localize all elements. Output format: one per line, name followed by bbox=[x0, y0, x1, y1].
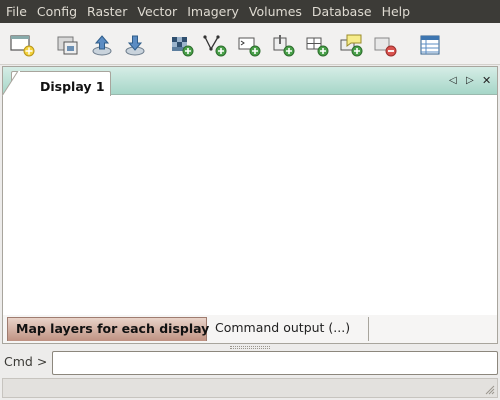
workspace-button[interactable] bbox=[54, 31, 82, 59]
add-overlay-icon bbox=[273, 35, 295, 57]
tab-scroll-right-icon[interactable]: ▷ bbox=[466, 75, 474, 87]
add-command-layer-button[interactable] bbox=[235, 31, 263, 59]
add-vector-icon bbox=[203, 35, 227, 57]
tab-map-layers[interactable]: Map layers for each display bbox=[7, 317, 209, 341]
remove-layer-button[interactable] bbox=[371, 31, 399, 59]
attribute-table-icon bbox=[420, 35, 440, 55]
menu-database[interactable]: Database bbox=[307, 0, 377, 23]
map-display-canvas[interactable] bbox=[3, 96, 497, 315]
menu-config[interactable]: Config bbox=[32, 0, 82, 23]
command-input[interactable] bbox=[52, 351, 498, 375]
tab-display-1[interactable]: Display 1 bbox=[11, 71, 111, 96]
add-overlay-button[interactable] bbox=[269, 31, 297, 59]
remove-layer-icon bbox=[374, 37, 397, 57]
menu-imagery[interactable]: Imagery bbox=[182, 0, 244, 23]
add-label-button[interactable] bbox=[337, 31, 365, 59]
add-group-icon bbox=[306, 37, 329, 57]
load-layers-icon bbox=[92, 35, 112, 56]
menu-raster[interactable]: Raster bbox=[82, 0, 132, 23]
resize-grip-icon[interactable] bbox=[485, 385, 495, 395]
menu-bar: File Config Raster Vector Imagery Volume… bbox=[0, 0, 500, 23]
add-raster-icon bbox=[172, 37, 194, 57]
menu-help[interactable]: Help bbox=[377, 0, 416, 23]
save-button[interactable] bbox=[121, 31, 149, 59]
save-workspace-icon bbox=[125, 35, 145, 56]
toolbar bbox=[0, 23, 500, 65]
splitter-grip bbox=[230, 345, 270, 349]
add-label-icon bbox=[340, 34, 363, 57]
command-label: Cmd > bbox=[4, 354, 48, 369]
add-raster-button[interactable] bbox=[168, 31, 196, 59]
bottom-tab-bar: Map layers for each display Command outp… bbox=[3, 315, 497, 343]
pane-splitter[interactable] bbox=[0, 344, 500, 350]
menu-file[interactable]: File bbox=[1, 0, 32, 23]
status-bar bbox=[2, 378, 498, 398]
tab-display-1-label: Display 1 bbox=[40, 79, 105, 94]
attribute-table-button[interactable] bbox=[416, 31, 444, 59]
tab-slant-decoration bbox=[2, 71, 20, 96]
add-group-button[interactable] bbox=[303, 31, 331, 59]
load-button[interactable] bbox=[88, 31, 116, 59]
tab-scroll-left-icon[interactable]: ◁ bbox=[449, 75, 457, 87]
new-display-button[interactable] bbox=[8, 31, 36, 59]
display-notebook: Display 1 ◁ ▷ ✕ Map layers for each disp… bbox=[2, 66, 498, 344]
new-display-icon bbox=[10, 35, 35, 57]
menu-volumes[interactable]: Volumes bbox=[244, 0, 307, 23]
tab-command-output[interactable]: Command output (...) bbox=[207, 317, 369, 341]
menu-vector[interactable]: Vector bbox=[132, 0, 182, 23]
tab-close-icon[interactable]: ✕ bbox=[482, 75, 491, 87]
workspace-icon bbox=[57, 36, 78, 55]
add-cmd-layer-icon bbox=[238, 37, 261, 57]
add-vector-button[interactable] bbox=[201, 31, 229, 59]
notebook-header: Display 1 ◁ ▷ ✕ bbox=[2, 67, 497, 96]
